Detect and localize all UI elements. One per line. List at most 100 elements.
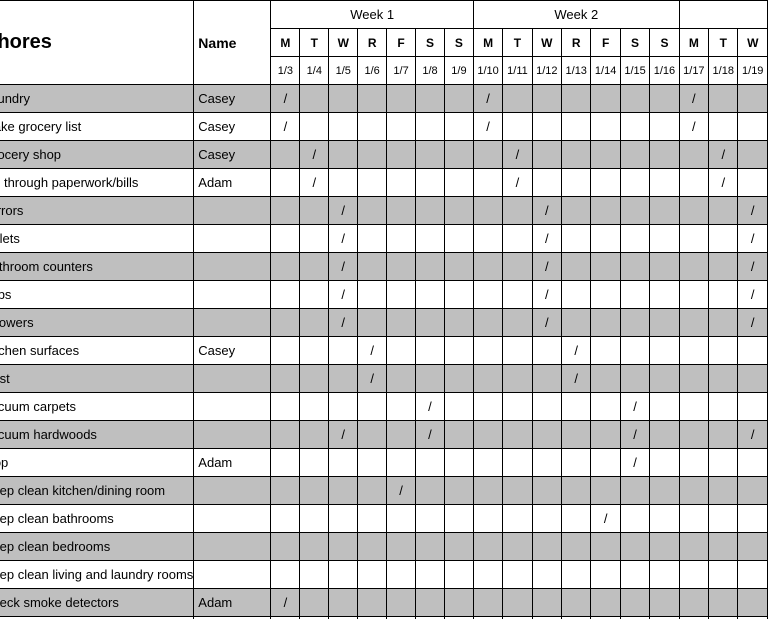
cell-day — [329, 85, 358, 113]
table-row: Vacuum hardwoods//// — [0, 421, 768, 449]
cell-name — [194, 533, 271, 561]
cell-chore: Deep clean bathrooms — [0, 505, 194, 533]
cell-day — [387, 85, 416, 113]
table-row: Vacuum carpets// — [0, 393, 768, 421]
cell-day — [562, 449, 591, 477]
cell-day — [620, 253, 649, 281]
header-dow: S — [620, 29, 649, 57]
cell-day — [562, 141, 591, 169]
cell-day: / — [329, 197, 358, 225]
cell-name — [194, 365, 271, 393]
cell-day — [562, 85, 591, 113]
cell-day — [416, 589, 445, 617]
cell-day — [650, 141, 679, 169]
cell-day — [532, 421, 561, 449]
cell-chore: Mop — [0, 449, 194, 477]
cell-day — [591, 141, 620, 169]
cell-day — [532, 505, 561, 533]
cell-day: / — [358, 365, 387, 393]
cell-day: / — [329, 281, 358, 309]
cell-day — [650, 113, 679, 141]
cell-day — [329, 561, 358, 589]
viewport: Chores Name Week 1 Week 2 MTWRFSSMTWRFSS… — [0, 0, 768, 619]
cell-day — [620, 169, 649, 197]
table-body: LaundryCasey///Make grocery listCasey///… — [0, 85, 768, 619]
cell-day: / — [591, 505, 620, 533]
header-date: 1/7 — [387, 57, 416, 85]
cell-day — [358, 449, 387, 477]
cell-day — [679, 281, 708, 309]
cell-day — [387, 337, 416, 365]
cell-day — [300, 505, 329, 533]
header-dow: M — [271, 29, 300, 57]
cell-day — [444, 561, 473, 589]
cell-day — [650, 365, 679, 393]
cell-day — [591, 589, 620, 617]
cell-day — [444, 337, 473, 365]
header-week-2: Week 2 — [473, 1, 679, 29]
cell-day — [416, 197, 445, 225]
cell-day — [503, 393, 532, 421]
cell-day — [444, 169, 473, 197]
cell-day — [300, 589, 329, 617]
cell-day: / — [271, 589, 300, 617]
cell-day: / — [473, 113, 502, 141]
chore-schedule-table: Chores Name Week 1 Week 2 MTWRFSSMTWRFSS… — [0, 0, 768, 619]
cell-day — [532, 169, 561, 197]
cell-day — [416, 253, 445, 281]
cell-day — [650, 561, 679, 589]
cell-day — [271, 141, 300, 169]
cell-day — [679, 393, 708, 421]
cell-day — [300, 281, 329, 309]
cell-day: / — [329, 225, 358, 253]
cell-chore: Tubs — [0, 281, 194, 309]
cell-day — [738, 113, 768, 141]
cell-day — [679, 309, 708, 337]
cell-name — [194, 225, 271, 253]
cell-day — [444, 533, 473, 561]
cell-day — [444, 225, 473, 253]
cell-day — [562, 505, 591, 533]
cell-day — [709, 197, 738, 225]
cell-name: Adam — [194, 589, 271, 617]
cell-day — [503, 113, 532, 141]
cell-day — [329, 393, 358, 421]
cell-day — [679, 505, 708, 533]
cell-day — [358, 197, 387, 225]
header-chores: Chores — [0, 1, 194, 85]
cell-name: Casey — [194, 337, 271, 365]
cell-day — [562, 225, 591, 253]
table-row: Showers/// — [0, 309, 768, 337]
header-date: 1/9 — [444, 57, 473, 85]
cell-day — [532, 533, 561, 561]
cell-day — [562, 169, 591, 197]
cell-day — [329, 337, 358, 365]
table-row: Toilets/// — [0, 225, 768, 253]
cell-day — [271, 253, 300, 281]
cell-day — [503, 477, 532, 505]
cell-day — [738, 337, 768, 365]
cell-day — [562, 533, 591, 561]
cell-day — [738, 589, 768, 617]
cell-day — [503, 561, 532, 589]
cell-chore: Deep clean bedrooms — [0, 533, 194, 561]
cell-day — [738, 393, 768, 421]
cell-day — [532, 113, 561, 141]
table-header: Chores Name Week 1 Week 2 MTWRFSSMTWRFSS… — [0, 1, 768, 85]
cell-day — [416, 85, 445, 113]
header-date: 1/5 — [329, 57, 358, 85]
cell-day: / — [620, 449, 649, 477]
cell-day — [271, 421, 300, 449]
cell-day — [416, 225, 445, 253]
header-date: 1/11 — [503, 57, 532, 85]
cell-day — [709, 365, 738, 393]
header-date: 1/6 — [358, 57, 387, 85]
cell-day — [444, 281, 473, 309]
cell-chore: Dust — [0, 365, 194, 393]
cell-day: / — [738, 281, 768, 309]
cell-day — [679, 561, 708, 589]
cell-day — [271, 561, 300, 589]
cell-day — [387, 225, 416, 253]
cell-day — [591, 449, 620, 477]
cell-day: / — [738, 197, 768, 225]
